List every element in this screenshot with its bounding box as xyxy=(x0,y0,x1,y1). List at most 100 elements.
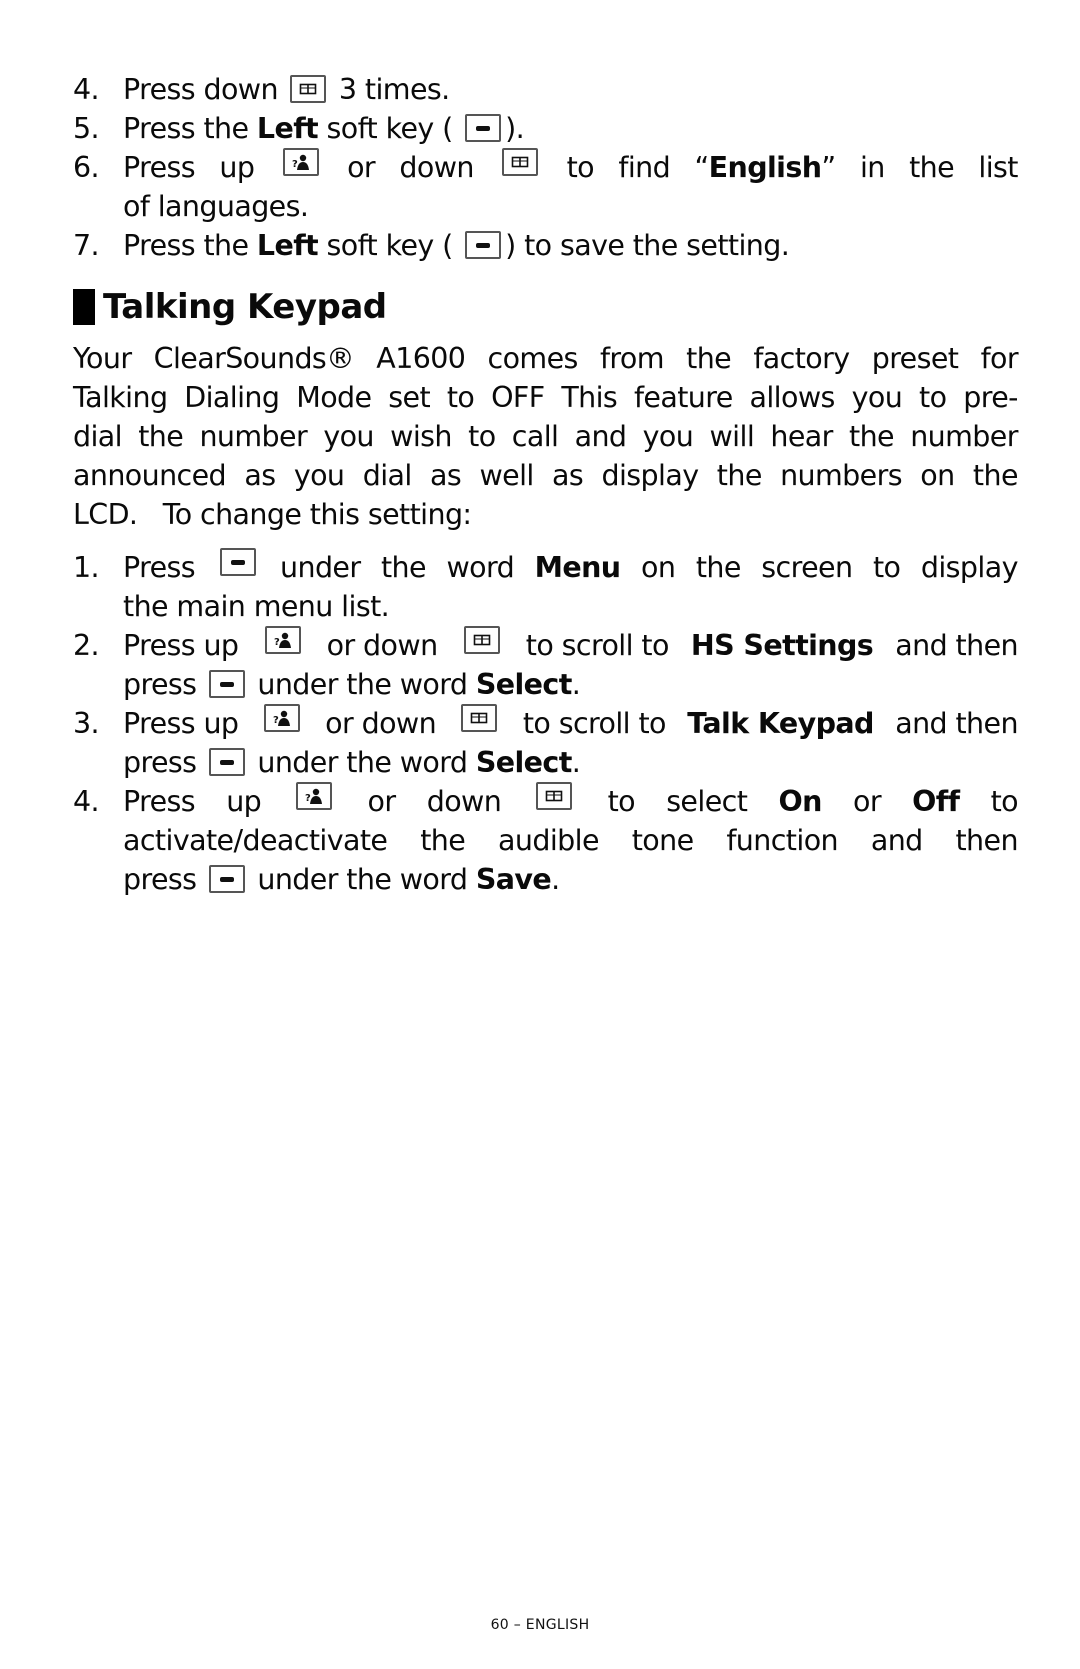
word: as xyxy=(552,459,584,492)
phonebook-up-icon: ? xyxy=(296,782,333,810)
text-segment: to xyxy=(872,551,901,584)
step-item: 3. Press up? or down to scroll to Talk Keypa… xyxy=(73,704,1019,782)
bold-term: Left xyxy=(256,229,319,262)
bold-term: Select xyxy=(475,668,572,701)
svg-text:?: ? xyxy=(305,793,311,804)
text-segment: in xyxy=(859,151,885,184)
text-segment: or xyxy=(347,151,376,184)
word: on xyxy=(920,459,955,492)
svg-text:?: ? xyxy=(274,637,280,648)
text-segment: Press the xyxy=(123,112,249,145)
word: wish xyxy=(390,420,452,453)
intro-paragraph: Your ClearSounds® A1600 comes from the factory… xyxy=(73,339,1019,534)
step-number: 1. xyxy=(73,551,100,584)
word: Talking xyxy=(73,381,168,414)
word: Mode xyxy=(296,381,372,414)
word: the xyxy=(972,459,1019,492)
text-segment: screen xyxy=(761,551,853,584)
emphasis-term: Off xyxy=(912,782,960,821)
text-segment: word xyxy=(446,551,515,584)
word: you xyxy=(851,381,903,414)
word: pre- xyxy=(963,381,1018,414)
emphasis-term: “English” xyxy=(694,151,836,184)
paragraph-line: Your ClearSounds® A1600 comes from the factory… xyxy=(73,339,1019,378)
word: OFF xyxy=(491,381,545,414)
bold-term: Menu xyxy=(534,551,621,584)
phonebook-up-icon: ? xyxy=(263,704,300,732)
step-number: 6. xyxy=(73,151,100,184)
text-segment: select xyxy=(666,785,748,818)
text-segment: activate/deactivate xyxy=(123,824,388,857)
page-footer: 60 – ENGLISH xyxy=(490,1617,590,1633)
word: will xyxy=(709,420,755,453)
word: announced xyxy=(73,459,227,492)
word: you xyxy=(293,459,345,492)
book-down-icon xyxy=(502,148,539,176)
word: numbers xyxy=(780,459,902,492)
word: number xyxy=(910,420,1018,453)
word: A1600 xyxy=(376,342,466,375)
text-segment: ) to save the setting. xyxy=(505,229,790,262)
heading-bar-marker xyxy=(73,289,95,325)
text-line: press under the word Save. xyxy=(123,860,1018,899)
text-segment: 3 times. xyxy=(338,73,450,106)
word: dial xyxy=(362,459,413,492)
bold-term: Talk Keypad xyxy=(687,707,874,740)
book-down-icon xyxy=(463,626,500,654)
phonebook-up-icon: ? xyxy=(282,148,319,176)
word: for xyxy=(980,342,1019,375)
word: the xyxy=(849,420,895,453)
step-number: 7. xyxy=(73,229,100,262)
text-line: Press the Left soft key ( ) to save the … xyxy=(123,226,1018,265)
step-item: 7. Press the Left soft key ( ) to save th… xyxy=(73,226,1018,265)
paragraph-line: dial the number you wish to call and you will hear… xyxy=(73,417,1018,456)
word: well xyxy=(479,459,534,492)
text-line: the main menu list. xyxy=(123,587,1018,626)
text-segment: on xyxy=(641,551,676,584)
word: set xyxy=(388,381,431,414)
text-segment: Press xyxy=(123,551,196,584)
word: dial xyxy=(73,420,123,453)
text-segment: the xyxy=(420,824,466,857)
word: the xyxy=(686,342,732,375)
text-line: Press up? or down to select On or Off to xyxy=(123,782,1019,821)
soft-key-icon xyxy=(208,865,245,893)
emphasis-term: Left xyxy=(257,112,319,145)
text-line: Press under the word Menu on the screen to displa… xyxy=(123,548,1018,587)
text-line: press under the word Select. xyxy=(123,743,1018,782)
book-down-icon xyxy=(536,782,573,810)
talking-keypad-steps: 1. Press under the word Menu on the screen to disp… xyxy=(73,548,1019,899)
text-segment: tone xyxy=(631,824,694,857)
word: from xyxy=(600,342,665,375)
step-item: 5. Press the Left soft key ( ). xyxy=(73,109,1018,148)
word: Dialing xyxy=(184,381,280,414)
paragraph-line: LCD. To change this setting: xyxy=(73,498,472,531)
text-segment: find xyxy=(618,151,671,184)
text-segment: ). xyxy=(505,112,525,145)
text-segment: the xyxy=(380,551,427,584)
word: as xyxy=(430,459,462,492)
text-segment: Press xyxy=(123,785,196,818)
emphasis-term: HS Settings xyxy=(691,626,874,665)
text-line: Press the Left soft key ( ). xyxy=(123,109,1018,148)
word: factory xyxy=(753,342,850,375)
text-segment: up xyxy=(226,785,262,818)
step-number: 4. xyxy=(73,785,100,818)
text-segment: . xyxy=(551,863,560,896)
text-segment: under xyxy=(280,551,361,584)
text-segment: and then xyxy=(895,707,1018,740)
word: call xyxy=(511,420,559,453)
paragraph-line: Talking Dialing Mode set to OFF This feature all… xyxy=(73,378,1018,417)
svg-text:?: ? xyxy=(292,159,298,170)
emphasis-term: On xyxy=(778,782,822,821)
text-segment: or down xyxy=(325,707,437,740)
soft-key-icon xyxy=(208,748,245,776)
emphasis-term: Select xyxy=(476,668,572,701)
book-down-icon xyxy=(290,75,327,103)
emphasis-term: Talk Keypad xyxy=(687,704,874,743)
text-segment: press xyxy=(123,668,197,701)
text-segment: and then xyxy=(895,629,1018,662)
text-segment: up xyxy=(219,151,255,184)
paragraph-line: announced as you dial as well as display the numb… xyxy=(73,456,1019,495)
text-segment: Press xyxy=(123,151,196,184)
